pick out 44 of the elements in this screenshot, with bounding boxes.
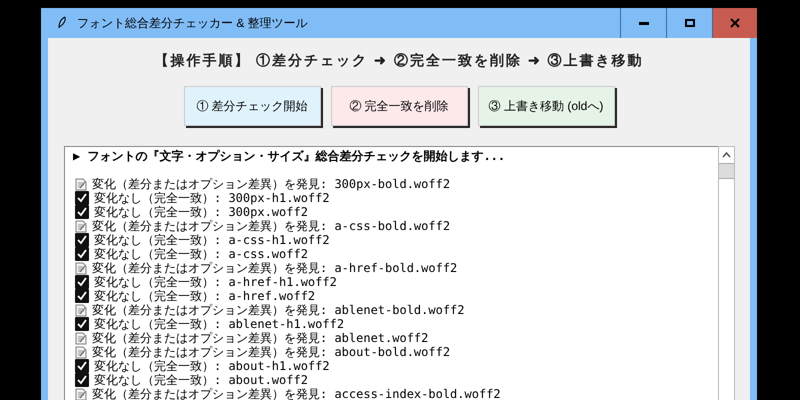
log-line: 変化なし（完全一致）: a-css-h1.woff2 <box>94 233 330 247</box>
document-icon <box>75 220 87 232</box>
document-icon <box>75 346 87 358</box>
scrollbar-thumb[interactable] <box>719 163 734 179</box>
document-icon <box>75 262 87 274</box>
feather-icon <box>57 16 67 30</box>
checkbox-icon <box>75 205 89 219</box>
checkbox-icon <box>75 275 89 289</box>
log-line: 変化（差分またはオプション差異）を発見: a-css-bold.woff2 <box>92 219 450 233</box>
log-line: 変化なし（完全一致）: a-href.woff2 <box>94 289 316 303</box>
action-button[interactable]: ② 完全一致を削除 <box>330 86 468 126</box>
log-line: 変化（差分またはオプション差異）を発見: access-index-bold.woff2 <box>92 387 501 400</box>
close-button[interactable] <box>712 8 757 38</box>
scrollbar[interactable] <box>718 146 735 400</box>
log-line: 変化（差分またはオプション差異）を発見: 300px-bold.woff2 <box>92 177 450 191</box>
document-icon <box>75 178 87 190</box>
log-header: ▶ フォントの『文字・オプション・サイズ』総合差分チェックを開始します... <box>73 149 506 163</box>
checkbox-icon <box>75 317 89 331</box>
log-line: 変化（差分またはオプション差異）を発見: ablenet.woff2 <box>92 331 428 345</box>
log-line: 変化なし（完全一致）: ablenet-h1.woff2 <box>94 317 344 331</box>
log-line: 変化なし（完全一致）: about.woff2 <box>94 373 308 387</box>
log-line: 変化なし（完全一致）: about-h1.woff2 <box>94 359 330 373</box>
checkbox-icon <box>75 233 89 247</box>
action-button[interactable]: ① 差分チェック開始 <box>184 86 320 126</box>
log-line: 変化（差分またはオプション差異）を発見: a-href-bold.woff2 <box>92 261 458 275</box>
minimize-icon <box>638 22 648 24</box>
log-line: 変化なし（完全一致）: 300px-h1.woff2 <box>94 191 330 205</box>
log-line: 変化（差分またはオプション差異）を発見: about-bold.woff2 <box>92 345 450 359</box>
close-icon <box>730 18 740 28</box>
document-icon <box>75 332 87 344</box>
instructions-text: 【操作手順】 ①差分チェック ➜ ②完全一致を削除 ➜ ③上書き移動 <box>154 51 644 70</box>
checkbox-icon <box>75 191 89 205</box>
checkbox-icon <box>75 359 89 373</box>
checkbox-icon <box>75 289 89 303</box>
action-button[interactable]: ③ 上書き移動 (oldへ) <box>478 86 614 126</box>
checkbox-icon <box>75 247 89 261</box>
log-line: 変化なし（完全一致）: a-href-h1.woff2 <box>94 275 337 289</box>
maximize-icon <box>684 19 694 27</box>
log-line: 変化（差分またはオプション差異）を発見: ablenet-bold.woff2 <box>92 303 464 317</box>
window-title: フォント総合差分チェッカー & 整理ツール <box>77 15 308 32</box>
checkbox-icon <box>75 373 89 387</box>
log-line: 変化なし（完全一致）: 300px.woff2 <box>94 205 308 219</box>
document-icon <box>75 304 87 316</box>
log-line: 変化なし（完全一致）: a-css.woff2 <box>94 247 308 261</box>
